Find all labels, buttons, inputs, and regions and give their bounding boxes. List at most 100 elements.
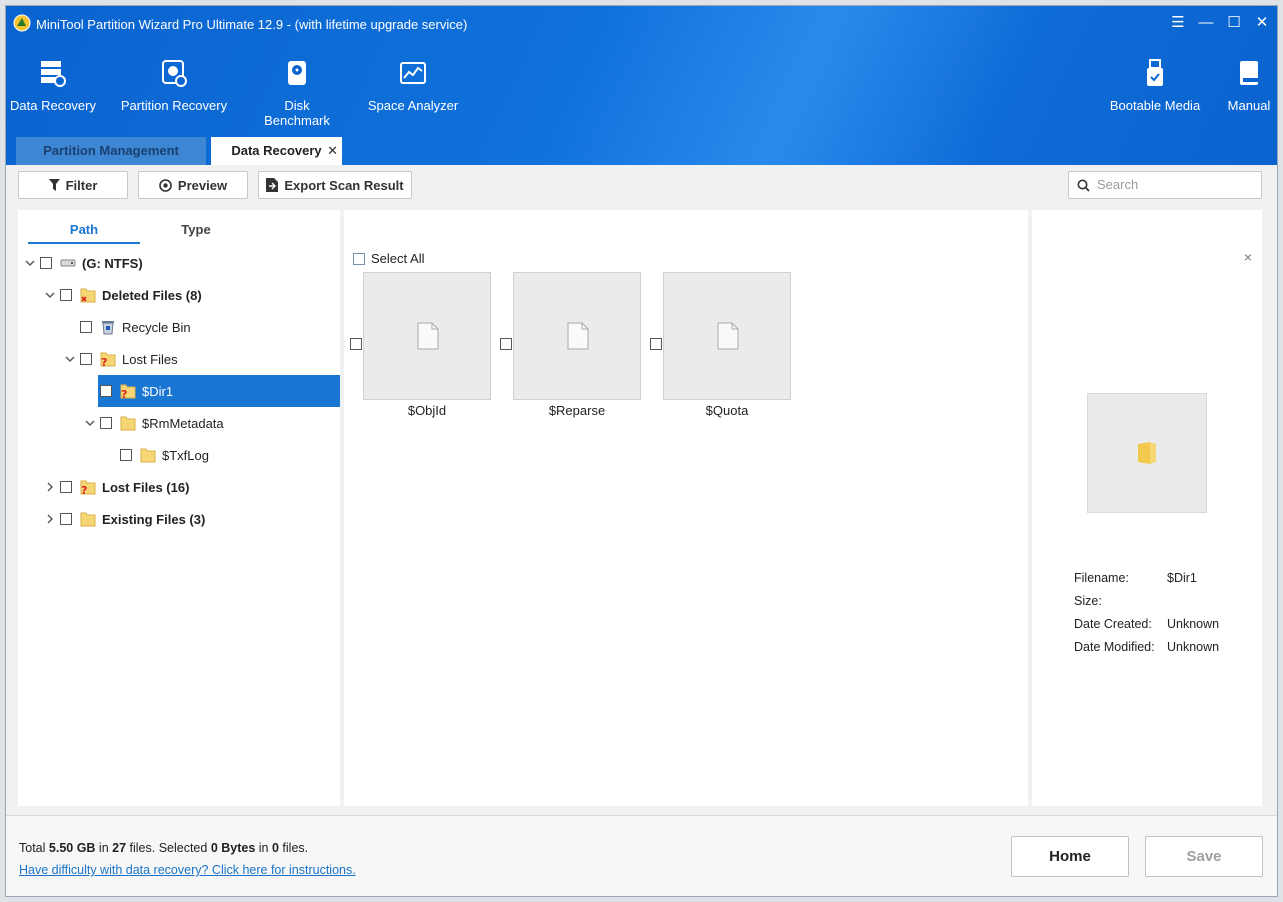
tree-row[interactable]: ? Lost Files (16) xyxy=(18,471,340,503)
partition-recovery-tool[interactable]: Partition Recovery xyxy=(119,58,229,113)
tree-row[interactable]: Recycle Bin xyxy=(18,311,340,343)
total-files: 27 xyxy=(112,841,127,855)
tab-data-recovery-label: Data Recovery xyxy=(231,143,322,158)
tree-checkbox[interactable] xyxy=(100,385,112,397)
disk-benchmark-tool[interactable]: Disk Benchmark xyxy=(250,58,344,128)
file-checkbox[interactable] xyxy=(650,338,662,350)
tree-row[interactable]: $TxfLog xyxy=(18,439,340,471)
tab-partition-management-label: Partition Management xyxy=(43,143,179,158)
tree-row[interactable]: (G: NTFS) xyxy=(18,247,340,279)
filename-value: $Dir1 xyxy=(1167,571,1197,585)
tree-checkbox[interactable] xyxy=(40,257,52,269)
tree-checkbox[interactable] xyxy=(80,321,92,333)
tab-close-icon[interactable]: ✕ xyxy=(327,137,338,165)
date-modified-label: Date Modified: xyxy=(1074,640,1155,654)
menu-icon[interactable]: ☰ xyxy=(1166,12,1190,34)
search-input[interactable] xyxy=(1097,177,1257,192)
svg-text:?: ? xyxy=(101,356,107,367)
space-analyzer-icon xyxy=(400,62,426,84)
data-recovery-tool[interactable]: Data Recovery xyxy=(10,58,96,113)
preview-size-row: Size: xyxy=(1074,594,1167,608)
export-icon xyxy=(266,178,279,192)
maximize-button[interactable]: ☐ xyxy=(1222,12,1246,34)
tab-partition-management[interactable]: Partition Management xyxy=(16,137,206,165)
lost-folder-icon: ? xyxy=(120,383,136,401)
file-icon xyxy=(567,322,589,350)
select-all-checkbox[interactable] xyxy=(353,252,365,265)
tab-type[interactable]: Type xyxy=(140,220,252,244)
tree-row[interactable]: Deleted Files (8) xyxy=(18,279,340,311)
minimize-button[interactable]: — xyxy=(1194,12,1218,34)
chevron-down-icon[interactable] xyxy=(60,356,80,362)
partition-recovery-tool-label: Partition Recovery xyxy=(120,98,228,113)
tree-label: (G: NTFS) xyxy=(82,255,143,271)
chevron-down-icon[interactable] xyxy=(80,420,100,426)
help-link[interactable]: Have difficulty with data recovery? Clic… xyxy=(19,863,356,877)
filter-button[interactable]: Filter xyxy=(18,171,128,199)
recycle-bin-icon xyxy=(100,319,116,335)
tab-path[interactable]: Path xyxy=(28,220,140,244)
tree-checkbox[interactable] xyxy=(60,289,72,301)
tab-data-recovery[interactable]: Data Recovery ✕ xyxy=(211,137,342,165)
disk-benchmark-tool-label: Disk Benchmark xyxy=(264,98,330,128)
tree-row[interactable]: $RmMetadata xyxy=(18,407,340,439)
file-name: $Quota xyxy=(705,403,749,418)
book-icon xyxy=(1240,61,1258,85)
tree-checkbox[interactable] xyxy=(100,417,112,429)
totals-text: Total 5.50 GB in 27 files. Selected 0 By… xyxy=(19,841,308,855)
in-text: in xyxy=(95,841,113,855)
file-thumbnail[interactable] xyxy=(513,272,641,400)
tree-label: Existing Files (3) xyxy=(102,511,206,527)
tree-checkbox[interactable] xyxy=(60,481,72,493)
bootable-media-tool[interactable]: Bootable Media xyxy=(1104,58,1206,113)
file-icon xyxy=(417,322,439,350)
app-logo-icon xyxy=(13,14,31,32)
select-all[interactable]: Select All xyxy=(353,251,424,266)
tree-row-selected[interactable]: ? $Dir1 xyxy=(98,375,340,407)
export-scan-result-button[interactable]: Export Scan Result xyxy=(258,171,412,199)
space-analyzer-tool[interactable]: Space Analyzer xyxy=(366,58,460,113)
chevron-right-icon[interactable] xyxy=(40,482,60,492)
close-preview-icon[interactable]: × xyxy=(1244,249,1252,265)
filename-label: Filename: xyxy=(1074,571,1129,585)
tree-label: $RmMetadata xyxy=(142,415,224,431)
lost-folder-icon: ? xyxy=(100,351,116,369)
in-text: in xyxy=(255,841,272,855)
chevron-right-icon[interactable] xyxy=(40,514,60,524)
date-created-label: Date Created: xyxy=(1074,617,1152,631)
file-thumbnail[interactable] xyxy=(663,272,791,400)
tree-row[interactable]: Existing Files (3) xyxy=(18,503,340,535)
data-recovery-tool-label: Data Recovery xyxy=(10,98,96,113)
select-all-label: Select All xyxy=(371,251,425,266)
save-button[interactable]: Save xyxy=(1145,836,1263,877)
close-window-button[interactable]: ✕ xyxy=(1250,12,1274,34)
files-text: files. Selected xyxy=(126,841,211,855)
date-created-value: Unknown xyxy=(1167,617,1220,631)
deleted-folder-icon xyxy=(80,287,96,303)
preview-button[interactable]: Preview xyxy=(138,171,248,199)
tree-label: Lost Files (16) xyxy=(102,479,190,495)
bootable-media-tool-label: Bootable Media xyxy=(1109,98,1201,113)
file-checkbox[interactable] xyxy=(500,338,512,350)
tree-checkbox[interactable] xyxy=(120,449,132,461)
preview-modified-row: Date Modified: Unknown xyxy=(1074,640,1219,654)
preview-button-label: Preview xyxy=(177,177,228,193)
tree-checkbox[interactable] xyxy=(80,353,92,365)
files-text: files. xyxy=(278,841,309,855)
folder-icon xyxy=(120,415,136,431)
svg-text:?: ? xyxy=(121,388,127,399)
manual-tool[interactable]: Manual xyxy=(1220,58,1277,113)
search-box[interactable] xyxy=(1068,171,1262,199)
disk-benchmark-icon xyxy=(288,61,306,85)
file-icon xyxy=(717,322,739,350)
space-analyzer-tool-label: Space Analyzer xyxy=(367,98,459,113)
file-checkbox[interactable] xyxy=(350,338,362,350)
home-button[interactable]: Home xyxy=(1011,836,1129,877)
lost-folder-icon: ? xyxy=(80,479,96,497)
tree-checkbox[interactable] xyxy=(60,513,72,525)
size-label: Size: xyxy=(1074,594,1102,608)
tree-row[interactable]: ? Lost Files xyxy=(18,343,340,375)
file-thumbnail[interactable] xyxy=(363,272,491,400)
chevron-down-icon[interactable] xyxy=(20,260,40,266)
chevron-down-icon[interactable] xyxy=(40,292,60,298)
